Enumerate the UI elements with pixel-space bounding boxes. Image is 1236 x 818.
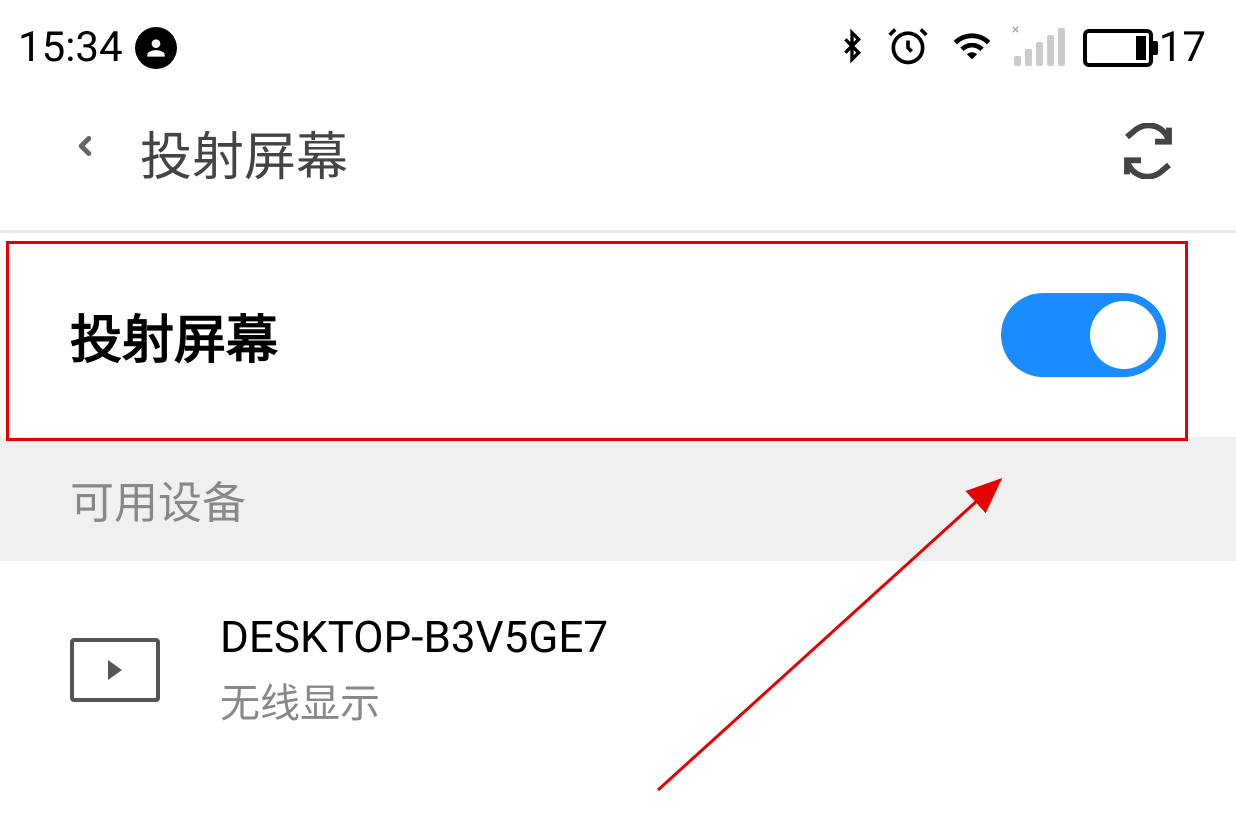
back-button[interactable] xyxy=(70,121,100,184)
battery-level: 17 xyxy=(1159,23,1206,72)
refresh-button[interactable] xyxy=(1120,123,1176,183)
status-right: × 17 xyxy=(836,23,1206,72)
status-time: 15:34 xyxy=(18,23,123,72)
device-item[interactable]: DESKTOP-B3V5GE7 无线显示 xyxy=(0,561,1236,779)
battery-icon xyxy=(1083,29,1153,67)
bluetooth-icon xyxy=(836,24,868,72)
page-title: 投射屏幕 xyxy=(140,115,1080,190)
cast-toggle-label: 投射屏幕 xyxy=(70,298,278,373)
toggle-knob xyxy=(1090,301,1158,369)
alarm-icon xyxy=(886,24,930,72)
wifi-icon xyxy=(948,26,996,70)
cast-toggle-section: 投射屏幕 xyxy=(0,233,1236,437)
available-devices-header: 可用设备 xyxy=(0,437,1236,561)
cast-toggle-row[interactable]: 投射屏幕 xyxy=(0,233,1236,437)
device-type: 无线显示 xyxy=(220,671,608,729)
device-name: DESKTOP-B3V5GE7 xyxy=(220,611,608,663)
user-icon xyxy=(135,27,177,69)
status-left: 15:34 xyxy=(18,23,177,72)
device-info: DESKTOP-B3V5GE7 无线显示 xyxy=(220,611,608,729)
battery-indicator: 17 xyxy=(1083,23,1206,72)
cast-toggle-switch[interactable] xyxy=(1001,293,1166,377)
monitor-icon xyxy=(70,638,160,702)
signal-icon: × xyxy=(1014,30,1065,66)
status-bar: 15:34 × xyxy=(0,0,1236,95)
page-header: 投射屏幕 xyxy=(0,95,1236,230)
